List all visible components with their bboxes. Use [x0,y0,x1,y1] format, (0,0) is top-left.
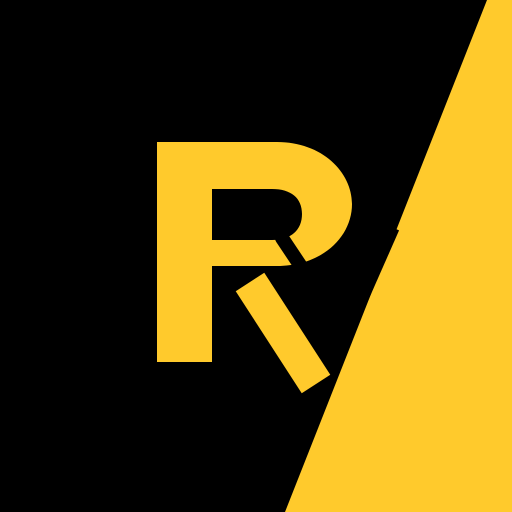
r-logo-icon [0,0,512,512]
app-icon-canvas [0,0,512,512]
